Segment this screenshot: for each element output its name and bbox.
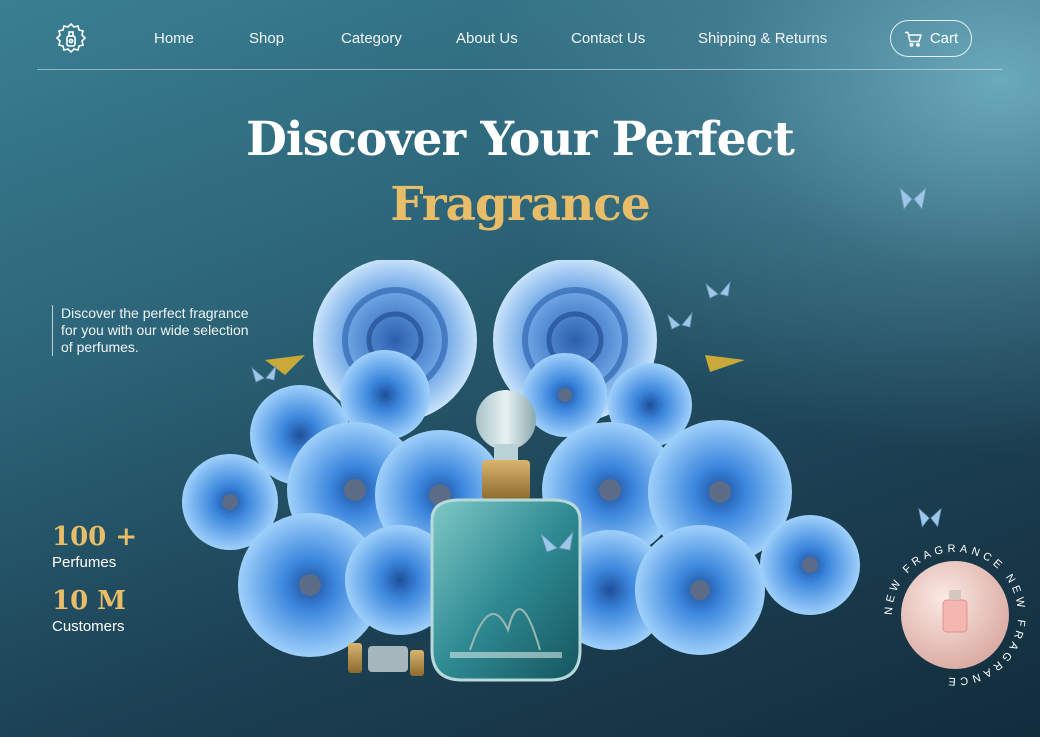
hero-title-line1: Discover Your Perfect <box>246 112 795 167</box>
top-navigation: Home Shop Category About Us Contact Us S… <box>0 0 1040 72</box>
logo-icon[interactable] <box>53 21 89 57</box>
nav-link-category[interactable]: Category <box>341 30 402 47</box>
nav-link-shop[interactable]: Shop <box>249 30 284 47</box>
gold-caps-decor <box>348 643 424 676</box>
cart-label: Cart <box>929 30 959 47</box>
nav-link-home[interactable]: Home <box>154 30 194 47</box>
butterfly-icon <box>899 186 927 210</box>
nav-link-shipping-returns[interactable]: Shipping & Returns <box>698 30 827 47</box>
nav-link-about-us[interactable]: About Us <box>456 30 518 47</box>
stat-customers-label: Customers <box>52 618 125 635</box>
cart-button[interactable]: Cart <box>890 20 972 57</box>
nav-link-contact-us[interactable]: Contact Us <box>571 30 645 47</box>
nav-divider <box>37 69 1002 70</box>
hero-title-line2: Fragrance <box>390 177 651 232</box>
stat-perfumes-label: Perfumes <box>52 554 117 571</box>
butterfly-icon <box>918 507 942 528</box>
stat-customers-value: 10 M <box>52 586 127 616</box>
cart-icon <box>904 31 922 47</box>
hero-perfume-illustration <box>182 260 860 682</box>
new-fragrance-badge[interactable]: NEW FRAGRANCE NEW FRAGRANCE <box>880 540 1030 690</box>
stat-perfumes-value: 100 + <box>52 522 138 552</box>
